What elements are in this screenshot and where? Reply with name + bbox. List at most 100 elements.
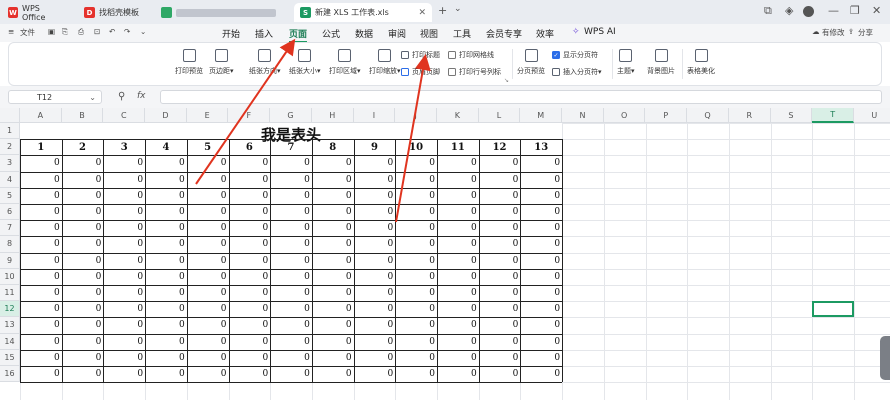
share-button[interactable]: 分享: [858, 27, 873, 38]
data-cell[interactable]: 0: [20, 350, 62, 366]
data-cell[interactable]: 0: [437, 188, 479, 204]
data-cell[interactable]: 0: [395, 172, 437, 188]
data-cell[interactable]: 0: [437, 301, 479, 317]
tab-blurred[interactable]: [155, 3, 287, 22]
row-header[interactable]: 2: [0, 139, 20, 156]
wps-ai-icon[interactable]: ✧: [572, 27, 580, 37]
data-cell[interactable]: 0: [20, 220, 62, 236]
chevron-down-icon[interactable]: ⌄: [89, 93, 96, 102]
data-cell[interactable]: 0: [103, 269, 145, 285]
row-header[interactable]: 10: [0, 268, 20, 285]
data-cell[interactable]: 0: [437, 220, 479, 236]
column-header[interactable]: E: [187, 108, 229, 123]
column-header[interactable]: I: [354, 108, 396, 123]
dialog-launcher-icon[interactable]: ↘: [504, 77, 509, 84]
data-cell[interactable]: 0: [62, 366, 104, 382]
data-cell[interactable]: 0: [229, 204, 271, 220]
column-header[interactable]: C: [103, 108, 146, 123]
data-cell[interactable]: 0: [103, 366, 145, 382]
row-header[interactable]: 3: [0, 155, 20, 172]
data-cell[interactable]: 0: [187, 317, 229, 333]
data-cell[interactable]: 0: [437, 285, 479, 301]
data-cell[interactable]: 0: [270, 253, 312, 269]
header-cell[interactable]: 13: [520, 139, 562, 155]
data-cell[interactable]: 0: [354, 188, 396, 204]
data-cell[interactable]: 0: [145, 155, 187, 171]
column-header[interactable]: U: [854, 108, 890, 123]
data-cell[interactable]: 0: [437, 172, 479, 188]
data-cell[interactable]: 0: [312, 285, 354, 301]
export-pdf-icon[interactable]: ⎘: [62, 27, 68, 37]
data-cell[interactable]: 0: [479, 334, 521, 350]
data-cell[interactable]: 0: [479, 269, 521, 285]
data-cell[interactable]: 0: [145, 236, 187, 252]
row-header[interactable]: 14: [0, 333, 20, 350]
data-cell[interactable]: 0: [187, 188, 229, 204]
data-cell[interactable]: 0: [312, 155, 354, 171]
data-cell[interactable]: 0: [103, 172, 145, 188]
data-cell[interactable]: 0: [103, 204, 145, 220]
data-cell[interactable]: 0: [103, 220, 145, 236]
background-image-button[interactable]: 背景图片: [647, 49, 675, 76]
data-cell[interactable]: 0: [229, 334, 271, 350]
print-scale-button[interactable]: 打印缩放▾: [369, 49, 401, 76]
tab-find-templates[interactable]: D 找稻壳模板: [78, 3, 148, 22]
row-header[interactable]: 8: [0, 236, 20, 253]
margins-button[interactable]: 页边距▾: [209, 49, 234, 76]
header-cell[interactable]: 6: [229, 139, 271, 155]
data-cell[interactable]: 0: [62, 317, 104, 333]
data-cell[interactable]: 0: [103, 155, 145, 171]
column-header[interactable]: S: [771, 108, 813, 123]
data-cell[interactable]: 0: [187, 220, 229, 236]
tab-list-dropdown[interactable]: ⌄: [454, 4, 462, 14]
data-cell[interactable]: 0: [229, 285, 271, 301]
print-preview-button[interactable]: 打印预览: [175, 49, 203, 76]
column-header[interactable]: J: [395, 108, 437, 123]
data-cell[interactable]: 0: [62, 236, 104, 252]
data-cell[interactable]: 0: [145, 366, 187, 382]
data-cell[interactable]: 0: [145, 172, 187, 188]
data-cell[interactable]: 0: [354, 366, 396, 382]
data-cell[interactable]: 0: [354, 269, 396, 285]
data-cell[interactable]: 0: [479, 253, 521, 269]
data-cell[interactable]: 0: [479, 317, 521, 333]
data-cell[interactable]: 0: [20, 317, 62, 333]
column-header[interactable]: N: [562, 108, 604, 123]
data-cell[interactable]: 0: [354, 317, 396, 333]
new-tab-button[interactable]: +: [438, 4, 447, 17]
data-cell[interactable]: 0: [229, 350, 271, 366]
menu-insert[interactable]: 插入: [255, 27, 273, 40]
formula-input[interactable]: [160, 90, 882, 104]
print-area-button[interactable]: 打印区域▾: [329, 49, 361, 76]
data-cell[interactable]: 0: [312, 236, 354, 252]
print-preview-icon[interactable]: ⊡: [94, 27, 100, 36]
data-cell[interactable]: 0: [270, 155, 312, 171]
data-cell[interactable]: 0: [520, 366, 562, 382]
data-cell[interactable]: 0: [479, 285, 521, 301]
data-cell[interactable]: 0: [62, 220, 104, 236]
menu-home[interactable]: 开始: [222, 27, 240, 40]
data-cell[interactable]: 0: [520, 236, 562, 252]
name-box[interactable]: T12 ⌄: [8, 90, 102, 104]
column-header[interactable]: P: [646, 108, 688, 123]
data-cell[interactable]: 0: [520, 204, 562, 220]
data-cell[interactable]: 0: [395, 236, 437, 252]
data-cell[interactable]: 0: [395, 317, 437, 333]
row-header[interactable]: 15: [0, 349, 20, 366]
menu-efficiency[interactable]: 效率: [536, 27, 554, 40]
data-cell[interactable]: 0: [354, 220, 396, 236]
column-header[interactable]: F: [229, 108, 271, 123]
search-icon[interactable]: ⚲: [118, 91, 125, 102]
data-cell[interactable]: 0: [62, 172, 104, 188]
data-cell[interactable]: 0: [354, 204, 396, 220]
column-header[interactable]: H: [312, 108, 354, 123]
data-cell[interactable]: 0: [229, 172, 271, 188]
fx-icon[interactable]: fx: [137, 91, 146, 101]
data-cell[interactable]: 0: [20, 253, 62, 269]
data-cell[interactable]: 0: [312, 269, 354, 285]
data-cell[interactable]: 0: [62, 253, 104, 269]
data-cell[interactable]: 0: [312, 366, 354, 382]
data-cell[interactable]: 0: [20, 155, 62, 171]
row-header[interactable]: 4: [0, 171, 20, 188]
data-cell[interactable]: 0: [354, 155, 396, 171]
